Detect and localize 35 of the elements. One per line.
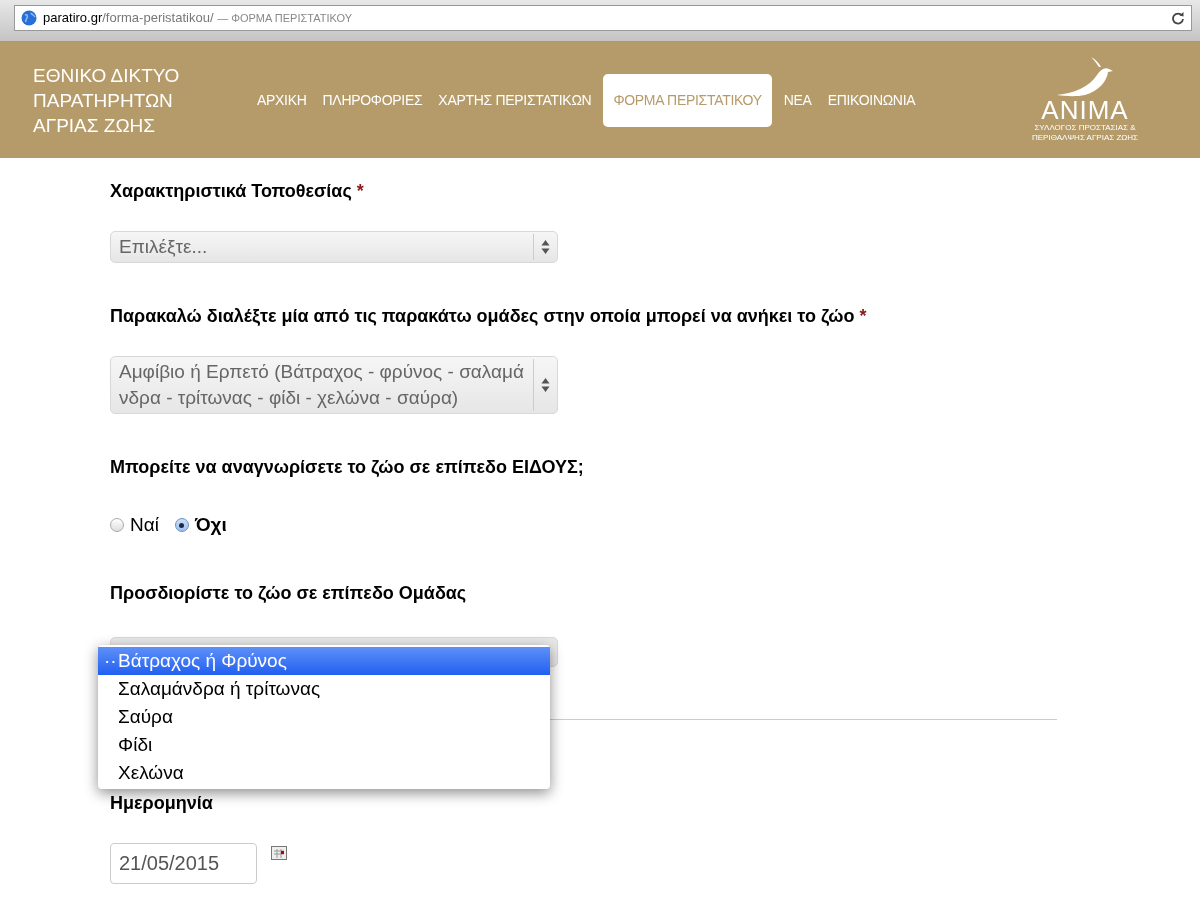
select-arrows-icon [541,239,550,255]
globe-icon [21,9,37,26]
logo-subtitle: ΠΕΡΙΘΑΛΨΗΣ ΑΓΡΙΑΣ ΖΩΗΣ [1032,133,1138,143]
field-label: Χαρακτηριστικά Τοποθεσίας * [110,180,365,203]
field-label: Παρακαλώ διαλέξτε μία από τις παρακάτω ομάδες στην οποία μπορεί να ανήκει το ζώο * [110,305,868,328]
date-field[interactable]: 21/05/2015 [110,842,257,884]
calendar-icon[interactable] [271,845,287,860]
logo-name: ANIMA [1041,97,1129,123]
radio-button[interactable] [110,518,124,533]
dropdown-select[interactable]: Αμφίβιο ή Ερπετό (Βάτραχος - φρύνος - σαλαμάνδρα - τρίτωνας - φίδι - χελώνα - σαύρα) [110,356,558,414]
nav-link[interactable]: ΠΛΗΡΟΦΟΡΙΕΣ [314,73,431,127]
field-label: Μπορείτε να αναγνωρίσετε το ζώο σε επίπεδο ΕΙΔΟΥΣ; [110,456,585,479]
dropdown-select[interactable]: Επιλέξτε... [110,231,558,263]
field-label: Προσδιορίστε το ζώο σε επίπεδο Ομάδας [110,581,468,605]
select-arrows-icon [541,377,550,393]
radio-label: Ναί [130,513,159,537]
dropdown-option[interactable]: Σαλαμάνδρα ή τρίτωνας [98,674,550,703]
dropdown-option[interactable]: Χελώνα [98,758,550,787]
anima-logo[interactable]: ANIMA ΣΥΛΛΟΓΟΣ ΠΡΟΣΤΑΣΙΑΣ & ΠΕΡΙΘΑΛΨΗΣ ΑΓΡΙΑΣ ΖΩΗΣ [1032,57,1138,143]
nav-link[interactable]: ΝΕΑ [775,73,820,127]
nav-link[interactable]: ΧΑΡΤΗΣ ΠΕΡΙΣΤΑΤΙΚΩΝ [430,73,600,127]
nav-link[interactable]: ΕΠΙΚΟΙΝΩΝΙΑ [819,73,924,127]
dropdown-option[interactable]: Σαύρα [98,702,550,731]
radio-label: Όχι [194,513,227,537]
field-label: Ημερομηνία [110,791,214,815]
site-title[interactable]: ΕΘΝΙΚΟ ΔΙΚΤΥΟ ΠΑΡΑΤΗΡΗΤΩΝ ΑΓΡΙΑΣ ΖΩΗΣ [33,62,233,138]
radio-button[interactable] [174,518,189,533]
reload-icon[interactable] [1171,10,1185,25]
logo-subtitle: ΣΥΛΛΟΓΟΣ ΠΡΟΣΤΑΣΙΑΣ & [1034,123,1136,133]
nav-link[interactable]: ΑΡΧΙΚΗ [249,73,315,127]
dropdown-option[interactable]: Φίδι [98,730,550,759]
address-bar[interactable]: paratiro.gr/forma-peristatikou/ — ΦΟΡΜΑ ΠΕΡΙΣΤΑΤΙΚΟΥ [14,4,1192,31]
nav-link[interactable]: ΦΟΡΜΑ ΠΕΡΙΣΤΑΤΙΚΟΥ [603,73,772,127]
dropdown-option[interactable]: ··Βάτραχος ή Φρύνος [98,646,550,675]
url-text: paratiro.gr/forma-peristatikou/ — ΦΟΡΜΑ ΠΕΡΙΣΤΑΤΙΚΟΥ [43,8,354,27]
